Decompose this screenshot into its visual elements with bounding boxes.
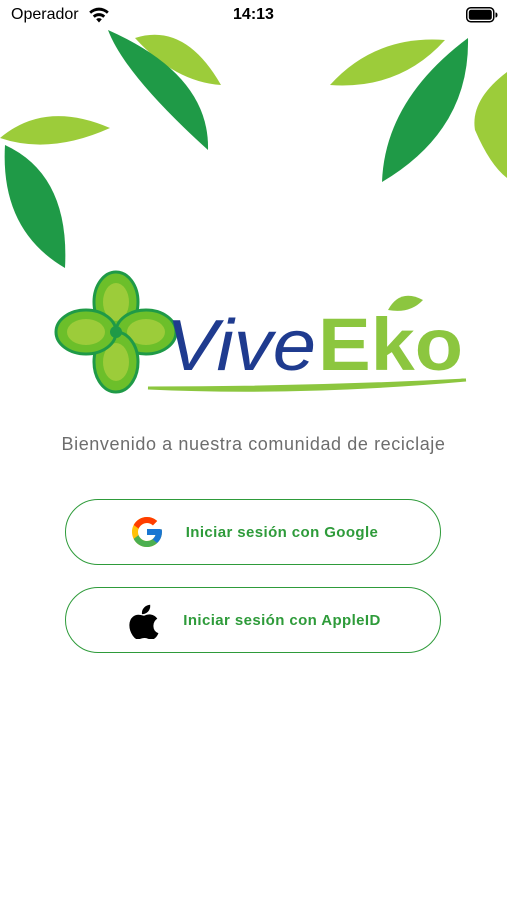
google-icon <box>128 513 166 551</box>
login-screen: Operador 14:13 Vive Eko Bienvenido a nue… <box>0 0 507 900</box>
leaf-light-far-right <box>474 72 507 178</box>
welcome-text: Bienvenido a nuestra comunidad de recicl… <box>61 434 446 454</box>
leaf-dark-left <box>4 145 66 268</box>
battery-icon <box>466 7 498 23</box>
leaf-light-left <box>0 116 110 145</box>
logo-text-vive: Vive <box>166 306 316 386</box>
clock: 14:13 <box>233 6 274 23</box>
apple-signin-label: Iniciar sesión con AppleID <box>183 611 381 629</box>
google-signin-label: Iniciar sesión con Google <box>185 523 379 541</box>
viveeko-logo: Vive Eko <box>54 270 467 394</box>
clover-icon <box>54 270 178 394</box>
apple-signin-button[interactable]: Iniciar sesión con AppleID <box>65 587 441 653</box>
apple-icon <box>125 601 163 639</box>
google-signin-button[interactable]: Iniciar sesión con Google <box>65 499 441 565</box>
status-bar: Operador 14:13 <box>0 0 507 32</box>
logo-text-eko: Eko <box>318 303 463 386</box>
decorative-leaves <box>0 30 507 268</box>
